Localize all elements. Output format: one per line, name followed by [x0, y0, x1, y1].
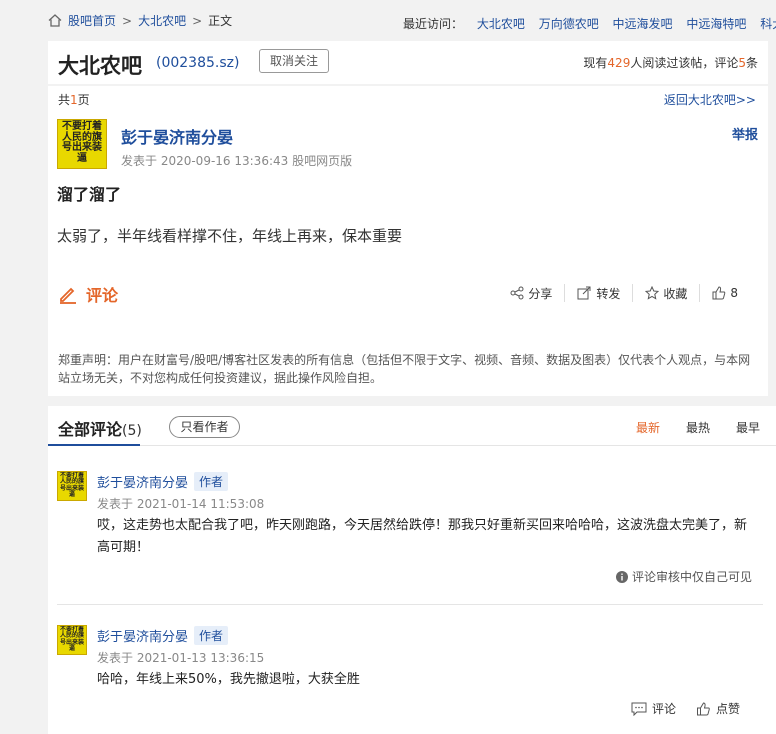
readers-mid: 人阅读过该帖，评论	[630, 56, 739, 70]
post-author[interactable]: 彭于晏济南分晏	[121, 124, 233, 148]
breadcrumb-separator: >	[192, 13, 203, 28]
author-badge: 作者	[194, 626, 229, 645]
page-count: 共1页	[58, 91, 90, 108]
avatar[interactable]: 不要打着人民的旗号出来装逼	[57, 119, 107, 169]
comments-toolbar: 全部评论(5) 只看作者 最新 最热 最早	[48, 406, 776, 446]
recent-visits-label: 最近访问：	[403, 17, 464, 31]
comment-icon	[631, 702, 647, 716]
breadcrumb: 股吧首页 > 大北农吧 > 正文	[48, 12, 232, 29]
like-label: 点赞	[715, 702, 740, 716]
back-to-bar-link[interactable]: 返回大北农吧>>	[664, 91, 756, 108]
reply-label: 评论	[651, 702, 676, 716]
top-bar: 股吧首页 > 大北农吧 > 正文 最近访问： 大北农吧 万向德农吧 中远海发吧 …	[0, 0, 776, 40]
sort-earliest[interactable]: 最早	[736, 419, 760, 436]
comment-item: 不要打着人民的旗号出来装逼 彭于晏济南分晏 作者 发表于 2021-01-13 …	[48, 625, 776, 730]
divider	[57, 604, 763, 605]
comment-label: 评论	[86, 286, 119, 305]
avatar[interactable]: 不要打着人民的旗号出来装逼	[57, 471, 87, 501]
bar-header: 大北农吧 (002385.sz) 取消关注 现有429人阅读过该帖，评论5条	[48, 41, 768, 84]
pencil-icon	[60, 287, 76, 304]
comment-author-name[interactable]: 彭于晏济南分晏	[97, 472, 188, 491]
comments-section: 全部评论(5) 只看作者 最新 最热 最早 不要打着人民的旗号出来装逼 彭于晏济…	[48, 406, 776, 734]
all-comments-count: (5)	[122, 423, 142, 439]
post-actions: 分享 转发 收藏 8	[498, 284, 750, 302]
collect-label: 收藏	[663, 286, 688, 301]
repost-button[interactable]: 转发	[564, 284, 632, 302]
readers-count: 429	[607, 56, 631, 70]
sort-hottest[interactable]: 最热	[686, 419, 710, 436]
repost-icon	[577, 286, 591, 300]
thumbs-up-icon	[696, 701, 710, 715]
comments-count: 5	[738, 56, 746, 70]
home-icon	[48, 14, 62, 27]
share-label: 分享	[528, 286, 553, 301]
active-tab-indicator	[48, 444, 140, 446]
comment-author: 彭于晏济南分晏 作者	[97, 626, 229, 645]
pages-suffix: 页	[77, 93, 90, 107]
author-only-button[interactable]: 只看作者	[169, 416, 240, 438]
readers-prefix: 现有	[583, 56, 608, 70]
star-icon	[645, 286, 660, 300]
collect-button[interactable]: 收藏	[632, 284, 699, 302]
recent-link[interactable]: 万向德农吧	[539, 17, 599, 31]
unfollow-button[interactable]: 取消关注	[259, 49, 329, 73]
comment-item: 不要打着人民的旗号出来装逼 彭于晏济南分晏 作者 发表于 2021-01-14 …	[48, 471, 776, 601]
comment-author: 彭于晏济南分晏 作者	[97, 472, 229, 491]
comment-text: 哈哈，年线上来50%，我先撤退啦，大获全胜	[97, 672, 360, 687]
like-button[interactable]: 8	[699, 284, 750, 302]
share-button[interactable]: 分享	[498, 284, 564, 302]
like-comment-button[interactable]: 点赞	[696, 700, 740, 717]
recent-link[interactable]: 中远海发吧	[613, 17, 673, 31]
breadcrumb-separator: >	[122, 13, 133, 28]
post-time: 发表于 2020-09-16 13:36:43 股吧网页版	[121, 154, 353, 168]
breadcrumb-current: 正文	[208, 14, 233, 28]
info-icon	[615, 570, 628, 583]
pages-number: 1	[70, 93, 78, 107]
share-icon	[510, 286, 524, 300]
post-title: 溜了溜了	[57, 185, 122, 204]
reply-button[interactable]: 评论	[631, 700, 676, 717]
pages-prefix: 共	[58, 93, 71, 107]
comment-actions: 评论 点赞	[631, 700, 740, 717]
post-card: 共1页 返回大北农吧>> 不要打着人民的旗号出来装逼 彭于晏济南分晏 举报 发表…	[48, 86, 768, 396]
recent-visits: 最近访问： 大北农吧 万向德农吧 中远海发吧 中远海特吧 科大智能	[403, 15, 776, 32]
breadcrumb-bar-link[interactable]: 大北农吧	[138, 12, 186, 29]
comment-author-name[interactable]: 彭于晏济南分晏	[97, 626, 188, 645]
stock-code[interactable]: (002385.sz)	[156, 55, 239, 71]
comment-button[interactable]: 评论	[58, 282, 118, 306]
bar-title[interactable]: 大北农吧	[58, 50, 142, 80]
breadcrumb-home-link[interactable]: 股吧首页	[68, 12, 116, 29]
recent-link[interactable]: 中远海特吧	[686, 17, 746, 31]
comment-time: 发表于 2021-01-13 13:36:15	[97, 651, 265, 665]
thumbs-up-icon	[712, 286, 726, 300]
tab-all-comments[interactable]: 全部评论(5)	[58, 416, 142, 440]
review-notice: 评论审核中仅自己可见	[615, 568, 752, 585]
like-count: 8	[730, 286, 738, 300]
recent-link[interactable]: 大北农吧	[477, 17, 525, 31]
disclaimer: 郑重声明：用户在财富号/股吧/博客社区发表的所有信息（包括但不限于文字、视频、音…	[58, 353, 751, 385]
sort-options: 最新 最热 最早	[636, 419, 760, 436]
repost-label: 转发	[596, 286, 621, 301]
comment-text: 哎，这走势也太配合我了吧，昨天刚跑路，今天居然给跌停！那我只好重新买回来哈哈哈，…	[97, 518, 748, 555]
post-body: 太弱了，半年线看样撑不住，年线上再来，保本重要	[57, 227, 403, 245]
readers-info: 现有429人阅读过该帖，评论5条	[583, 54, 758, 71]
all-comments-label: 全部评论	[58, 420, 123, 439]
sort-newest[interactable]: 最新	[636, 419, 660, 436]
recent-link[interactable]: 科大智能	[760, 17, 776, 31]
review-notice-text: 评论审核中仅自己可见	[631, 570, 752, 584]
comment-time: 发表于 2021-01-14 11:53:08	[97, 497, 265, 511]
author-badge: 作者	[194, 472, 229, 491]
readers-suffix: 条	[745, 56, 758, 70]
report-button[interactable]: 举报	[732, 124, 758, 143]
avatar[interactable]: 不要打着人民的旗号出来装逼	[57, 625, 87, 655]
